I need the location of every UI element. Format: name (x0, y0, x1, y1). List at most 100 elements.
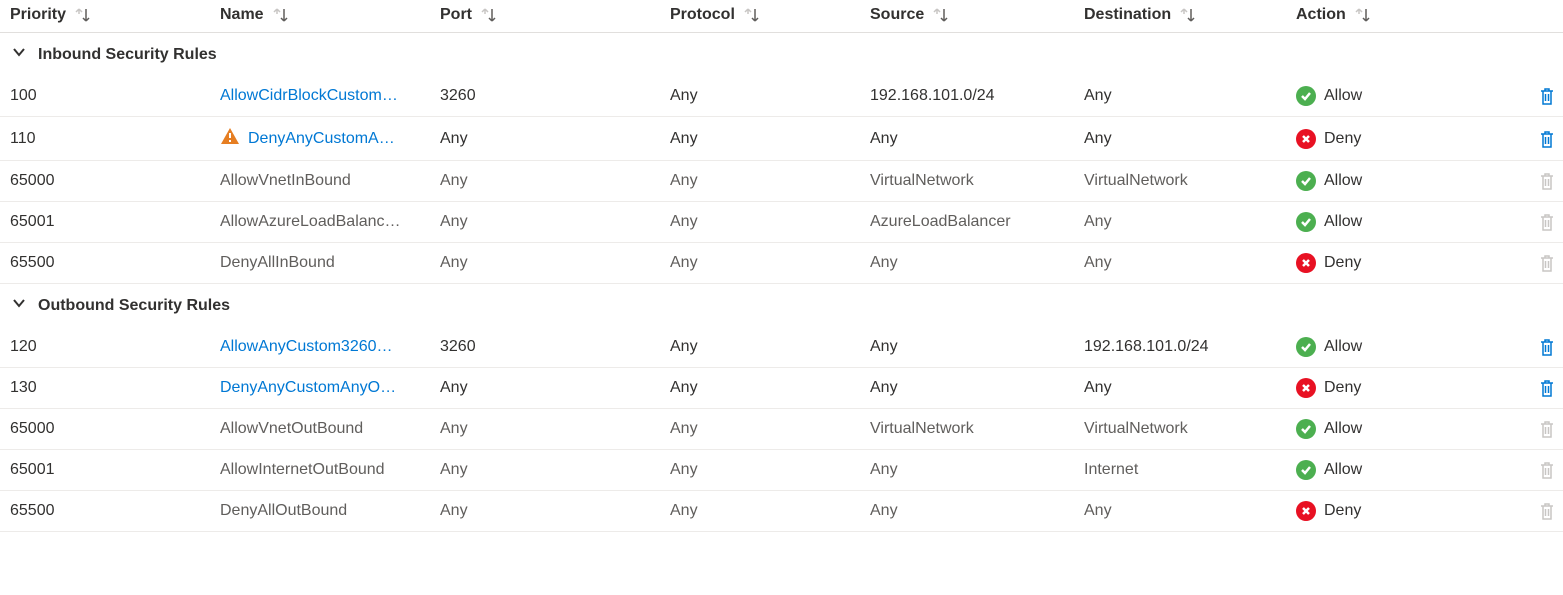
action-label: Allow (1324, 213, 1362, 231)
action-label: Allow (1324, 338, 1362, 356)
table-row: 65500DenyAllOutBoundAnyAnyAnyAnyDeny (0, 491, 1563, 532)
cell-action: Deny (1296, 501, 1521, 521)
cell-name: AllowAnyCustom3260 (220, 338, 440, 356)
cell-source: VirtualNetwork (870, 172, 1084, 190)
action-label: Allow (1324, 461, 1362, 479)
group-title: Inbound Security Rules (38, 46, 217, 64)
cell-protocol: Any (670, 420, 870, 438)
cell-port: 3260 (440, 87, 670, 105)
cell-destination: Any (1084, 502, 1296, 520)
delete-button[interactable] (1521, 129, 1563, 149)
cell-destination: Any (1084, 87, 1296, 105)
cell-port: Any (440, 254, 670, 272)
table-row: 65000AllowVnetInBoundAnyAnyVirtualNetwor… (0, 161, 1563, 202)
col-label: Action (1296, 6, 1346, 24)
rule-name-text: AllowVnetOutBound (220, 420, 363, 438)
cell-protocol: Any (670, 379, 870, 397)
col-header-port[interactable]: Port (440, 6, 670, 24)
delete-button[interactable] (1521, 337, 1563, 357)
cell-port: Any (440, 172, 670, 190)
sort-icon (932, 8, 950, 22)
table-row: 65001AllowAzureLoadBalanc…AnyAnyAzureLoa… (0, 202, 1563, 243)
allow-icon (1296, 460, 1316, 480)
col-header-destination[interactable]: Destination (1084, 6, 1296, 24)
deny-icon (1296, 378, 1316, 398)
cell-action: Deny (1296, 129, 1521, 149)
cell-priority: 65500 (10, 254, 220, 272)
deny-icon (1296, 501, 1316, 521)
delete-button (1521, 253, 1563, 273)
cell-protocol: Any (670, 254, 870, 272)
cell-destination: 192.168.101.0/24 (1084, 338, 1296, 356)
cell-source: Any (870, 254, 1084, 272)
cell-source: Any (870, 379, 1084, 397)
cell-action: Deny (1296, 378, 1521, 398)
action-label: Deny (1324, 502, 1361, 520)
cell-priority: 65001 (10, 213, 220, 231)
cell-name: AllowVnetOutBound (220, 420, 440, 438)
rule-name-link[interactable]: AllowAnyCustom3260 (220, 338, 393, 356)
table-row: 65001AllowInternetOutBoundAnyAnyAnyInter… (0, 450, 1563, 491)
sort-icon (480, 8, 498, 22)
group-header[interactable]: Inbound Security Rules (0, 33, 1563, 76)
group-title: Outbound Security Rules (38, 297, 230, 315)
action-label: Deny (1324, 130, 1361, 148)
sort-icon (1354, 8, 1372, 22)
col-header-protocol[interactable]: Protocol (670, 6, 870, 24)
cell-source: VirtualNetwork (870, 420, 1084, 438)
cell-protocol: Any (670, 461, 870, 479)
rule-name-text: AllowVnetInBound (220, 172, 351, 190)
table-row: 100AllowCidrBlockCustom3260Any192.168.10… (0, 76, 1563, 117)
table-header-row: Priority Name Port Protocol Source (0, 0, 1563, 33)
rule-name-text: DenyAllOutBound (220, 502, 347, 520)
col-label: Port (440, 6, 472, 24)
sort-icon (74, 8, 92, 22)
cell-priority: 65500 (10, 502, 220, 520)
rule-name-text: AllowAzureLoadBalanc… (220, 213, 401, 231)
cell-priority: 100 (10, 87, 220, 105)
cell-name: DenyAllOutBound (220, 502, 440, 520)
cell-port: Any (440, 461, 670, 479)
table-row: 120AllowAnyCustom32603260AnyAny192.168.1… (0, 327, 1563, 368)
cell-action: Allow (1296, 460, 1521, 480)
rule-name-link[interactable]: DenyAnyCustomA (248, 130, 395, 148)
table-row: 65500DenyAllInBoundAnyAnyAnyAnyDeny (0, 243, 1563, 284)
delete-button (1521, 212, 1563, 232)
cell-destination: Any (1084, 213, 1296, 231)
action-label: Deny (1324, 254, 1361, 272)
action-label: Deny (1324, 379, 1361, 397)
col-header-name[interactable]: Name (220, 6, 440, 24)
cell-action: Allow (1296, 212, 1521, 232)
cell-action: Allow (1296, 86, 1521, 106)
cell-priority: 65000 (10, 172, 220, 190)
cell-port: Any (440, 130, 670, 148)
cell-name: AllowVnetInBound (220, 172, 440, 190)
cell-destination: Any (1084, 254, 1296, 272)
col-header-source[interactable]: Source (870, 6, 1084, 24)
cell-name: DenyAllInBound (220, 254, 440, 272)
cell-action: Deny (1296, 253, 1521, 273)
group-header[interactable]: Outbound Security Rules (0, 284, 1563, 327)
cell-priority: 65000 (10, 420, 220, 438)
rule-name-link[interactable]: DenyAnyCustomAnyOu (220, 379, 400, 397)
cell-destination: Internet (1084, 461, 1296, 479)
cell-name: AllowInternetOutBound (220, 461, 440, 479)
cell-name: DenyAnyCustomAnyOu (220, 379, 440, 397)
action-label: Allow (1324, 87, 1362, 105)
cell-source: Any (870, 502, 1084, 520)
delete-button[interactable] (1521, 86, 1563, 106)
col-label: Name (220, 6, 264, 24)
rule-name-text: DenyAllInBound (220, 254, 335, 272)
col-header-priority[interactable]: Priority (10, 6, 220, 24)
cell-protocol: Any (670, 87, 870, 105)
col-header-action[interactable]: Action (1296, 6, 1521, 24)
chevron-down-icon (10, 43, 28, 66)
cell-name: AllowAzureLoadBalanc… (220, 213, 440, 231)
delete-button[interactable] (1521, 378, 1563, 398)
cell-source: Any (870, 338, 1084, 356)
deny-icon (1296, 129, 1316, 149)
table-row: 110DenyAnyCustomAAnyAnyAnyAnyDeny (0, 117, 1563, 161)
cell-destination: VirtualNetwork (1084, 172, 1296, 190)
rule-name-link[interactable]: AllowCidrBlockCustom (220, 87, 398, 105)
cell-action: Allow (1296, 419, 1521, 439)
